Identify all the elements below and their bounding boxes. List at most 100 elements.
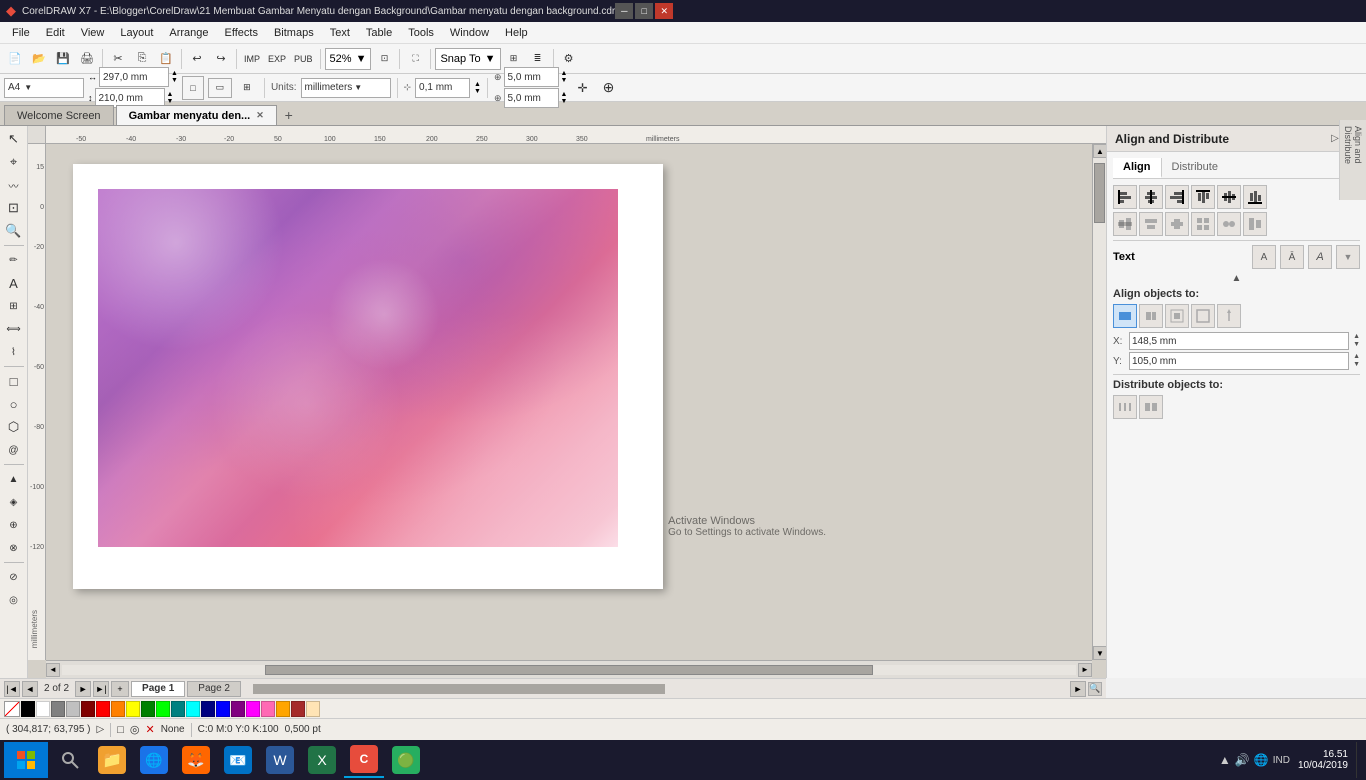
align-right-button[interactable] [1165,185,1189,209]
paint-tool[interactable]: ⊗ [3,537,25,559]
zoom-status-button[interactable]: 🔍 [1088,682,1102,696]
text-align-4[interactable]: ▼ [1336,245,1360,269]
start-button[interactable] [4,742,48,778]
color-swatch-darkgreen[interactable] [141,701,155,717]
xsize-field[interactable]: 5,0 mm [504,67,559,87]
corel-taskbar[interactable]: C [344,742,384,778]
app5-taskbar[interactable]: 📧 [218,742,258,778]
shape-tool[interactable]: ⌖ [3,151,25,173]
paper-size-field[interactable]: A4 ▼ [4,78,84,98]
text-tool[interactable]: A [3,272,25,294]
hscroll-track-bottom[interactable] [243,684,1068,694]
width-field[interactable]: 297,0 mm [99,67,169,87]
scroll-down-button[interactable]: ▼ [1093,646,1106,660]
menu-file[interactable]: File [4,25,38,41]
menu-bitmaps[interactable]: Bitmaps [266,25,322,41]
page-prev-button[interactable]: ◄ [22,681,38,697]
select-tool[interactable]: ↖ [3,128,25,150]
tray-icon-1[interactable]: ▲ [1219,753,1231,767]
align-left-button[interactable] [1113,185,1137,209]
maximize-button[interactable]: □ [635,3,653,19]
transform-button[interactable]: ✛ [571,77,593,99]
color-swatch-orange[interactable] [111,701,125,717]
ysize-field[interactable]: 5,0 mm [504,88,559,108]
hscroll-thumb-bottom[interactable] [253,684,666,694]
menu-edit[interactable]: Edit [38,25,73,41]
color-swatch-white[interactable] [36,701,50,717]
color-swatch-purple[interactable] [231,701,245,717]
width-spinner[interactable]: ▲▼ [171,70,178,84]
no-color-swatch[interactable] [4,701,20,717]
align-l2-1[interactable] [1113,212,1137,236]
spiral-tool[interactable]: @ [3,439,25,461]
color-swatch-black[interactable] [21,701,35,717]
text-align-3[interactable]: A [1308,245,1332,269]
x-coord-spinner[interactable]: ▲▼ [1353,333,1360,350]
align-to-4[interactable] [1191,304,1215,328]
dimension-tool[interactable]: ⟺ [3,318,25,340]
align-center-h-button[interactable] [1139,185,1163,209]
y-coord-field[interactable]: 105,0 mm [1129,352,1349,370]
align-bottom-button[interactable] [1243,185,1267,209]
file-explorer-taskbar[interactable]: 📁 [92,742,132,778]
polygon-tool[interactable]: ⬡ [3,416,25,438]
interactive-tool[interactable]: ⊘ [3,566,25,588]
align-distribute-side-tab[interactable]: Align and Distribute [1339,120,1366,200]
units-field[interactable]: millimeters ▼ [301,78,391,98]
color-swatch-navy[interactable] [201,701,215,717]
page-add-button[interactable]: + [111,681,129,697]
scroll-left-button[interactable]: ◄ [46,663,60,677]
undo-button[interactable]: ↩ [186,48,208,70]
scroll-up-button[interactable]: ▲ [1093,144,1106,158]
align-top-button[interactable] [1191,185,1215,209]
align-l2-2[interactable] [1139,212,1163,236]
show-desktop-button[interactable] [1356,742,1362,778]
page-next-button[interactable]: ► [75,681,91,697]
page-last-button[interactable]: ►| [93,681,109,697]
color-swatch-red[interactable] [96,701,110,717]
menu-tools[interactable]: Tools [400,25,442,41]
snap-dropdown[interactable]: Snap To ▼ [435,48,500,70]
align-to-2[interactable] [1139,304,1163,328]
network-icon[interactable]: 🌐 [1254,753,1269,767]
align-to-3[interactable] [1165,304,1189,328]
ysize-spinner[interactable]: ▲▼ [561,91,568,105]
menu-table[interactable]: Table [358,25,400,41]
scroll-track-vertical[interactable] [1093,158,1106,646]
page-tab-1[interactable]: Page 1 [131,681,185,697]
distribute-2[interactable] [1139,395,1163,419]
align-to-1[interactable] [1113,304,1137,328]
ellipse-tool[interactable]: ○ [3,393,25,415]
landscape-button[interactable]: ▭ [208,78,232,98]
color-swatch-gray[interactable] [51,701,65,717]
zoom-tool[interactable]: 🔍 [3,220,25,242]
color-swatch-lightorange[interactable] [276,701,290,717]
new-button[interactable]: 📄 [4,48,26,70]
tab-close-icon[interactable]: ✕ [256,110,264,121]
tab-add-button[interactable]: + [279,105,299,125]
align-to-5[interactable] [1217,304,1241,328]
align-plus-button[interactable]: ⊕ [597,77,619,99]
crop-tool[interactable]: ⊡ [3,197,25,219]
publish-button[interactable]: PUB [291,48,316,70]
color-swatch-cyan[interactable] [186,701,200,717]
align-l2-6[interactable] [1243,212,1267,236]
color-swatch-green[interactable] [156,701,170,717]
nudge-spinner[interactable]: ▲▼ [474,81,481,95]
page-settings-button[interactable]: ⊞ [236,77,258,99]
eyedropper-tool[interactable]: ⊕ [3,514,25,536]
color-swatch-magenta[interactable] [246,701,260,717]
distribute-tab[interactable]: Distribute [1162,158,1228,178]
distribute-1[interactable] [1113,395,1137,419]
text-align-2[interactable]: Ā [1280,245,1304,269]
app4-taskbar[interactable]: 🦊 [176,742,216,778]
text-align-1[interactable]: A [1252,245,1276,269]
save-button[interactable]: 💾 [52,48,74,70]
green-app-taskbar[interactable]: 🟢 [386,742,426,778]
color-swatch-moccasin[interactable] [306,701,320,717]
open-button[interactable]: 📂 [28,48,50,70]
zoom-dropdown[interactable]: 52% ▼ [325,48,372,70]
word-taskbar[interactable]: W [260,742,300,778]
watercolor-image[interactable] [98,189,618,547]
page-first-button[interactable]: |◄ [4,681,20,697]
